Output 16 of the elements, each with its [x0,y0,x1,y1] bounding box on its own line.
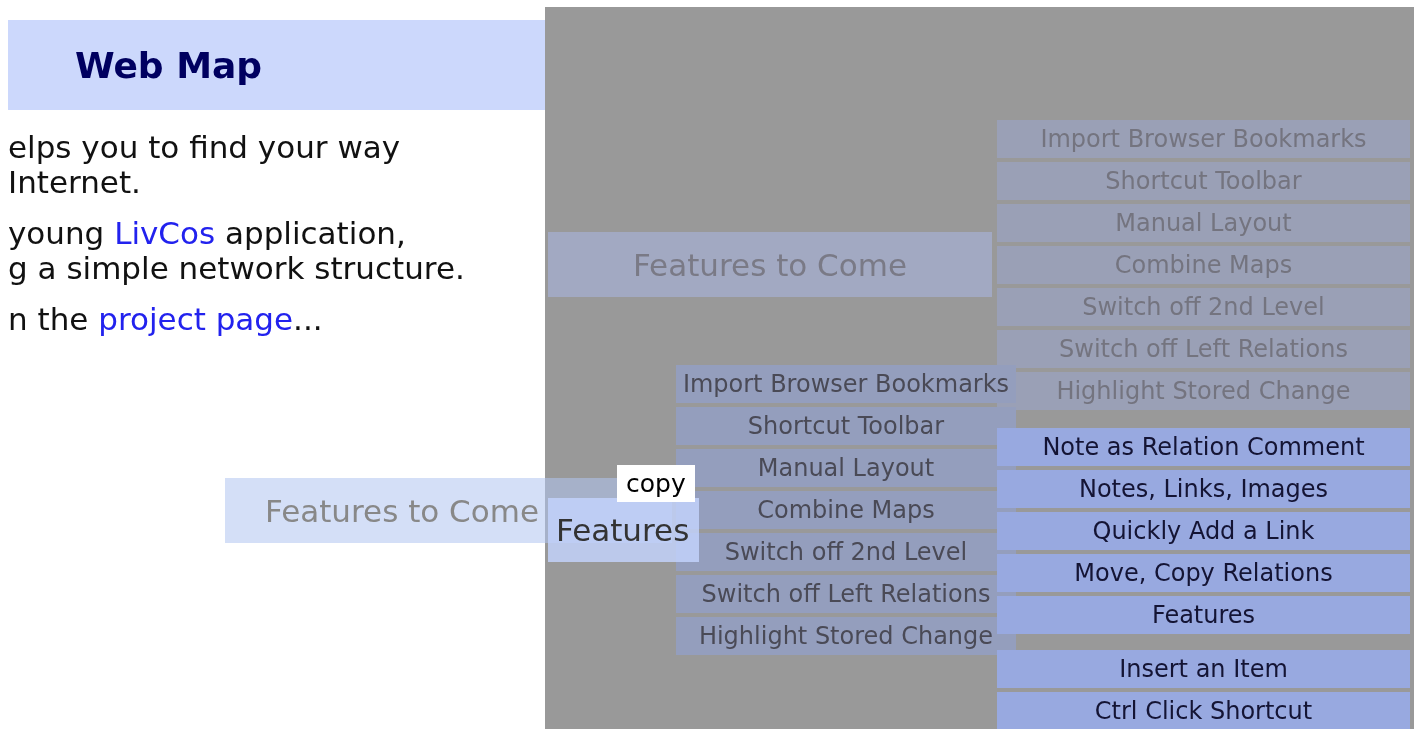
menu-item[interactable]: Features [997,596,1410,634]
menu-item[interactable]: Quickly Add a Link [997,512,1410,550]
menu-item[interactable]: Move, Copy Relations [997,554,1410,592]
menu-item[interactable]: Ctrl Click Shortcut [997,692,1410,729]
map-node[interactable]: Features [548,498,700,562]
menu-item[interactable]: Notes, Links, Images [997,470,1410,508]
menu-item[interactable]: Note as Relation Comment [997,428,1410,466]
text-link[interactable]: project page [98,301,294,337]
menu-item[interactable]: Insert an Item [997,650,1410,688]
faded-map-node: Features to Come [548,232,992,297]
intro-paragraph: elps you to find your way Internet. [8,130,402,200]
copy-label[interactable]: copy [617,465,695,502]
intro-paragraph: n the project page... [8,302,324,337]
text-link[interactable]: LivCos [114,215,216,251]
page-title: Web Map [75,44,263,86]
intro-paragraph: young LivCos application, g a simple network structure. [8,216,466,286]
